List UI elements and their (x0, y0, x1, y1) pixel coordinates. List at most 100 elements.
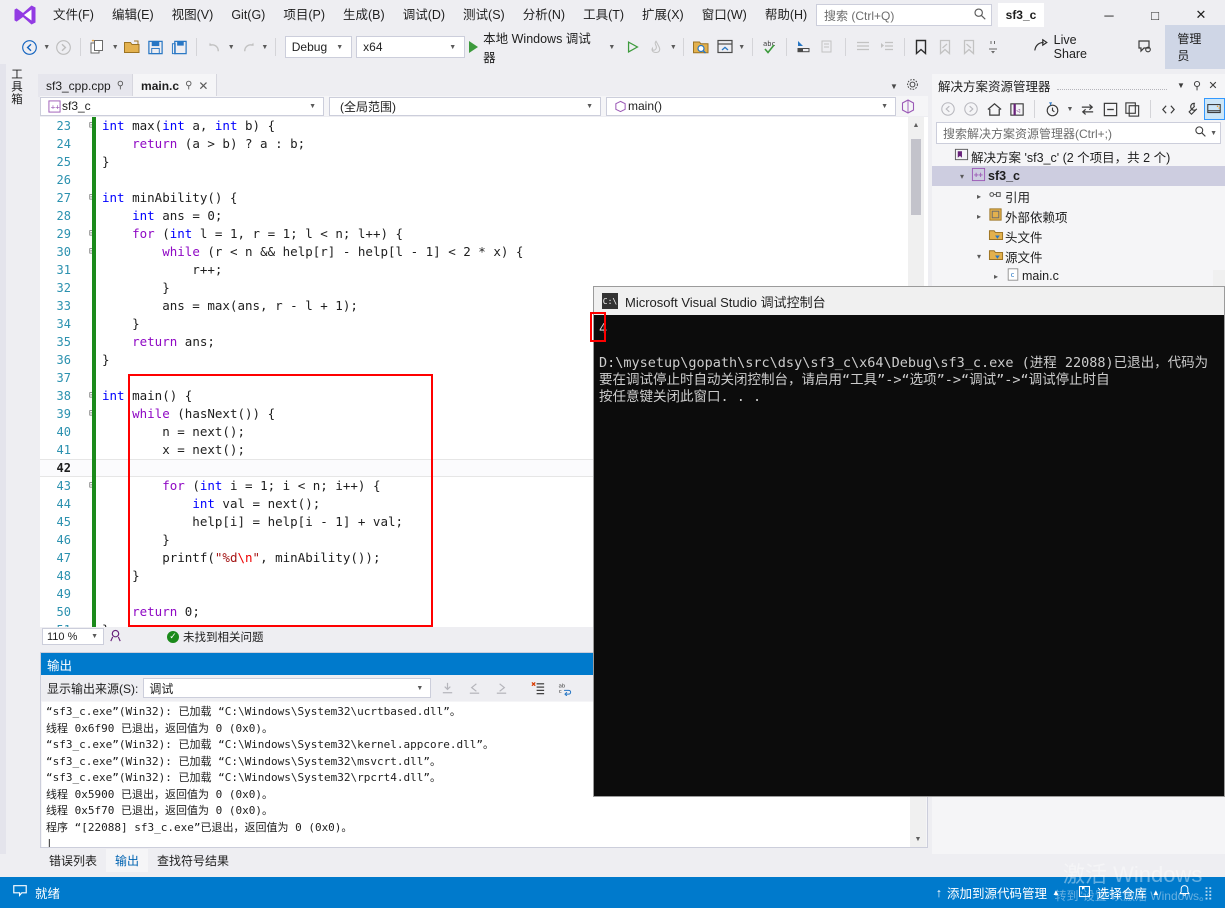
menu-item-debug[interactable]: 调试(D) (394, 2, 454, 28)
save-icon[interactable] (145, 36, 167, 58)
window-layout-dropdown-icon[interactable]: ▼ (737, 44, 747, 51)
chevron-right-icon[interactable]: ▸ (972, 212, 986, 221)
navigate-back-icon[interactable] (19, 36, 41, 58)
add-to-source-control-button[interactable]: ↑ 添加到源代码管理 ▲ (931, 883, 1065, 902)
solution-explorer-search-icon[interactable] (690, 36, 712, 58)
code-line[interactable]: 23⊟int max(int a, int b) { (40, 117, 928, 135)
solution-platform-combo[interactable]: x64 ▼ (356, 36, 466, 58)
tree-node[interactable]: ▸ c main.c (932, 266, 1225, 286)
toggle-bookmark-icon[interactable] (911, 36, 933, 58)
chevron-down-icon[interactable]: ▾ (955, 172, 969, 181)
select-repository-button[interactable]: 选择仓库 ▲ (1072, 883, 1165, 902)
properties-icon[interactable] (1181, 98, 1202, 120)
menu-item-analyze[interactable]: 分析(N) (514, 2, 574, 28)
solution-configuration-combo[interactable]: Debug ▼ (284, 36, 353, 58)
menu-item-view[interactable]: 视图(V) (163, 2, 223, 28)
new-project-dropdown-icon[interactable]: ▼ (110, 44, 120, 51)
switch-views-icon[interactable]: ◁ (1007, 98, 1028, 120)
menu-item-window[interactable]: 窗口(W) (693, 2, 756, 28)
gear-icon[interactable] (906, 78, 919, 94)
collapse-all-icon[interactable] (1100, 98, 1121, 120)
code-line[interactable]: 25} (40, 153, 928, 171)
output-source-combo[interactable]: 调试 ▼ (143, 678, 432, 698)
tab-error-list[interactable]: 错误列表 (40, 849, 106, 872)
menu-item-test[interactable]: 测试(S) (454, 2, 514, 28)
code-line[interactable]: 24 return (a > b) ? a : b; (40, 135, 928, 153)
chevron-right-icon[interactable]: ▸ (972, 192, 986, 201)
resize-grip-icon[interactable]: ⣿ (1204, 885, 1213, 900)
pin-icon[interactable]: ⚲ (185, 80, 192, 91)
active-project-chip[interactable]: sf3_c (998, 3, 1044, 27)
pin-icon[interactable]: ⚲ (117, 80, 124, 91)
menu-item-build[interactable]: 生成(B) (334, 2, 394, 28)
code-line[interactable]: 26 (40, 171, 928, 189)
toolbox-tab[interactable]: 工具箱 (6, 64, 26, 264)
bookmark-overflow-icon[interactable] (982, 36, 1004, 58)
menu-item-file[interactable]: 文件(F) (44, 2, 103, 28)
project-scope-combo[interactable]: ++ sf3_c ▼ (40, 96, 324, 116)
tab-find-symbol-results[interactable]: 查找符号结果 (148, 849, 238, 872)
view-code-icon[interactable] (1158, 98, 1179, 120)
code-line[interactable]: 27⊟int minAbility() { (40, 189, 928, 207)
scrollbar-thumb[interactable] (911, 139, 921, 215)
chevron-right-icon[interactable]: ▸ (989, 272, 1003, 281)
live-share-button[interactable]: Live Share (1027, 33, 1119, 61)
tab-output[interactable]: 输出 (106, 848, 149, 872)
clear-output-icon[interactable] (527, 678, 549, 698)
solution-explorer-search-input[interactable]: 搜索解决方案资源管理器(Ctrl+;) ▼ (936, 122, 1221, 144)
member-scope-combo[interactable]: main() ▼ (606, 96, 896, 116)
notifications-button[interactable] (1172, 883, 1197, 902)
code-line[interactable]: 29⊟ for (int l = 1, r = 1; l < n; l++) { (40, 225, 928, 243)
chevron-down-icon[interactable]: ▼ (607, 44, 617, 51)
toggle-word-wrap-icon[interactable]: ab c (554, 678, 576, 698)
tree-node[interactable]: ▸ 外部依赖项 (932, 206, 1225, 226)
tree-node[interactable]: ▸ 引用 (932, 186, 1225, 206)
tree-node[interactable]: 解决方案 'sf3_c' (2 个项目，共 2 个) (932, 146, 1225, 166)
pin-icon[interactable]: ⚲ (1189, 79, 1205, 92)
type-scope-combo[interactable]: (全局范围) ▼ (329, 96, 601, 116)
pending-changes-icon[interactable] (1042, 98, 1063, 120)
chevron-down-icon[interactable]: ▼ (890, 82, 898, 91)
sync-with-active-document-icon[interactable] (1077, 98, 1098, 120)
intellisense-icon[interactable] (108, 628, 123, 646)
spell-check-icon[interactable]: abc (759, 36, 781, 58)
document-tab-main-c[interactable]: main.c ⚲ ✕ (133, 74, 218, 97)
tree-node[interactable]: ▾ 源文件 (932, 246, 1225, 266)
chevron-down-icon[interactable]: ▾ (972, 252, 986, 261)
start-without-debugging-icon[interactable] (622, 36, 644, 58)
new-project-icon[interactable] (87, 36, 109, 58)
code-line[interactable]: 30⊟ while (r < n && help[r] - help[l - 1… (40, 243, 928, 261)
minimize-button[interactable]: ─ (1086, 0, 1132, 30)
menu-item-project[interactable]: 项目(P) (274, 2, 334, 28)
document-tab-sf3-cpp[interactable]: sf3_cpp.cpp ⚲ (38, 74, 134, 97)
split-view-icon[interactable] (900, 97, 916, 115)
menu-item-git[interactable]: Git(G) (222, 2, 274, 28)
code-line[interactable]: 28 int ans = 0; (40, 207, 928, 225)
comment-selection-icon[interactable] (793, 36, 815, 58)
code-line[interactable]: 31 r++; (40, 261, 928, 279)
tree-node[interactable]: 头文件 (932, 226, 1225, 246)
close-icon[interactable]: ✕ (1205, 79, 1221, 92)
debug-console-window[interactable]: C:\ Microsoft Visual Studio 调试控制台 4 D:\m… (593, 286, 1225, 797)
menu-item-help[interactable]: 帮助(H) (756, 2, 816, 28)
menu-item-edit[interactable]: 编辑(E) (103, 2, 163, 28)
feedback-icon[interactable] (1135, 36, 1157, 58)
scroll-up-icon[interactable]: ▲ (908, 117, 924, 133)
menu-item-extensions[interactable]: 扩展(X) (633, 2, 693, 28)
tree-node[interactable]: ▾ ++ sf3_c (932, 166, 1225, 186)
preview-selected-items-icon[interactable] (1203, 98, 1225, 120)
zoom-level-combo[interactable]: 110 % ▼ (42, 628, 104, 645)
menu-item-tools[interactable]: 工具(T) (574, 2, 633, 28)
chevron-down-icon[interactable]: ▼ (1207, 130, 1217, 137)
pending-changes-dropdown-icon[interactable]: ▼ (1065, 106, 1074, 113)
show-all-files-icon[interactable] (1122, 98, 1143, 120)
navigate-back-dropdown-icon[interactable]: ▼ (42, 44, 52, 51)
scroll-down-icon[interactable]: ▼ (910, 831, 926, 847)
console-output[interactable]: 4 D:\mysetup\gopath\src\dsy\sf3_c\x64\De… (594, 315, 1224, 796)
home-icon[interactable] (984, 98, 1005, 120)
open-file-icon[interactable] (121, 36, 143, 58)
drag-handle[interactable] (1056, 80, 1167, 90)
window-layout-icon[interactable] (714, 36, 736, 58)
save-all-icon[interactable] (169, 36, 191, 58)
close-icon[interactable]: ✕ (198, 79, 208, 93)
